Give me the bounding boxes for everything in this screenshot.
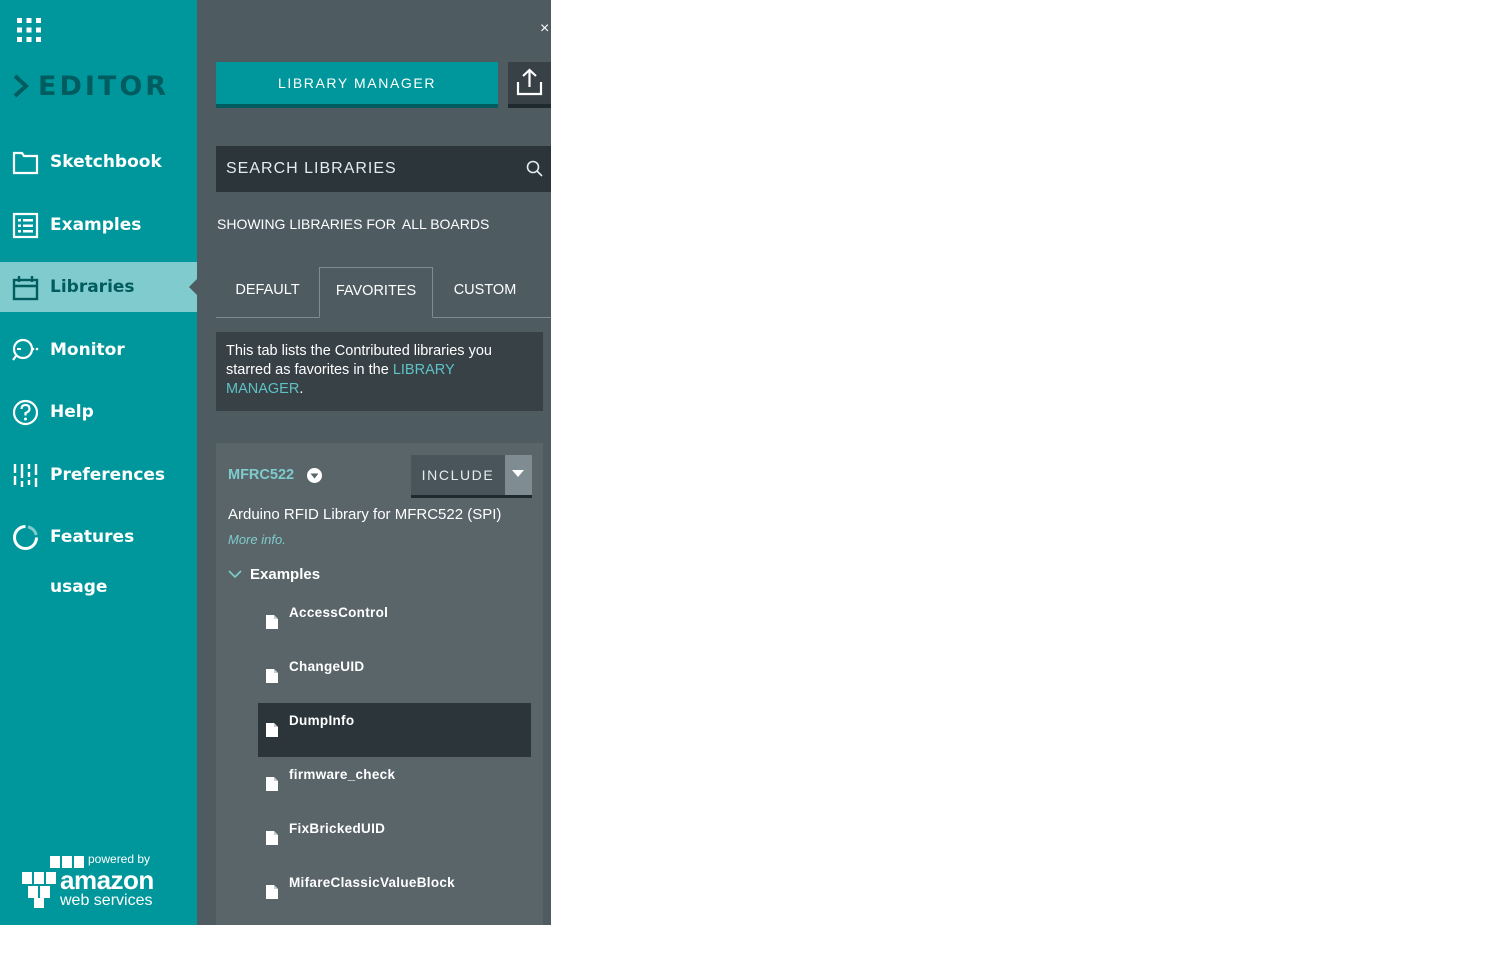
favorites-info-box: This tab lists the Contributed libraries… [216, 332, 543, 411]
file-icon [266, 723, 278, 737]
example-item-fixbrickeduid[interactable]: FixBrickedUID [258, 811, 531, 865]
chevron-down-icon[interactable] [307, 468, 322, 483]
file-icon [266, 669, 278, 683]
aws-web-services-text: web services [60, 892, 153, 909]
sidebar-item-preferences[interactable]: Preferences [0, 450, 197, 500]
include-dropdown-button[interactable] [505, 455, 532, 498]
logo-text: EDITOR [38, 70, 170, 102]
sidebar-item-label: Sketchbook [50, 152, 162, 172]
board-filter[interactable]: ALL BOARDS [402, 216, 489, 232]
examples-list: AccessControl ChangeUID DumpInfo firmwar… [258, 595, 531, 919]
example-item-dumpinfo[interactable]: DumpInfo [258, 703, 531, 757]
editor-logo: EDITOR [12, 68, 169, 104]
usage-icon [13, 525, 38, 550]
library-icon [12, 276, 39, 301]
example-item-accesscontrol[interactable]: AccessControl [258, 595, 531, 649]
sidebar-nav: Sketchbook Examples Libraries Monitor He… [0, 137, 197, 597]
sidebar: EDITOR Sketchbook Examples Libraries Mon… [0, 0, 197, 925]
panel-scrollbar[interactable] [543, 443, 551, 925]
search-icon[interactable] [526, 160, 543, 177]
library-card: MFRC522 INCLUDE Arduino RFID Library for… [216, 443, 543, 925]
aws-logo: powered by amazon web services [20, 850, 165, 912]
upload-library-button[interactable] [508, 62, 551, 108]
sidebar-item-label: Libraries [50, 277, 135, 297]
sidebar-item-monitor[interactable]: Monitor [0, 325, 197, 375]
sidebar-item-sketchbook[interactable]: Sketchbook [0, 137, 197, 187]
sliders-icon [13, 463, 38, 487]
close-icon[interactable]: × [540, 20, 549, 38]
sidebar-item-label: Examples [50, 214, 142, 235]
folder-icon [12, 151, 39, 175]
tab-favorites[interactable]: FAVORITES [319, 267, 433, 318]
library-tabs: DEFAULT FAVORITES CUSTOM [216, 267, 551, 318]
sidebar-item-features-usage[interactable]: Features usage [0, 512, 197, 597]
library-name[interactable]: MFRC522 [228, 467, 294, 483]
aws-powered-by: powered by [88, 852, 151, 866]
example-label: ChangeUID [289, 659, 365, 674]
sidebar-item-help[interactable]: Help [0, 387, 197, 437]
sidebar-item-label: Monitor [50, 339, 125, 360]
tab-default[interactable]: DEFAULT [216, 267, 319, 317]
chevron-down-icon [228, 570, 242, 579]
library-manager-button[interactable]: LIBRARY MANAGER [216, 62, 498, 108]
showing-prefix: SHOWING LIBRARIES FOR [217, 216, 396, 232]
sidebar-item-label: Preferences [50, 464, 166, 485]
list-icon [12, 212, 39, 238]
help-icon [12, 399, 39, 426]
chevron-right-icon [13, 74, 29, 98]
showing-libraries-for: SHOWING LIBRARIES FOR ALL BOARDS [217, 216, 489, 232]
library-description: Arduino RFID Library for MFRC522 (SPI) [228, 506, 502, 523]
upload-icon [516, 68, 543, 96]
include-button[interactable]: INCLUDE [411, 455, 505, 498]
file-icon [266, 777, 278, 791]
examples-label: Examples [250, 565, 321, 583]
example-item-firmware-check[interactable]: firmware_check [258, 757, 531, 811]
search-libraries-input[interactable]: SEARCH LIBRARIES [216, 146, 551, 192]
sidebar-item-label: Help [50, 402, 94, 422]
monitor-icon [12, 338, 39, 361]
search-placeholder: SEARCH LIBRARIES [226, 160, 397, 177]
tab-custom[interactable]: CUSTOM [435, 267, 535, 317]
sidebar-item-examples[interactable]: Examples [0, 200, 197, 250]
example-label: firmware_check [289, 767, 396, 782]
example-label: DumpInfo [289, 713, 355, 728]
info-end: . [299, 381, 304, 397]
file-icon [266, 615, 278, 629]
file-icon [266, 885, 278, 899]
example-item-mifareclassicvalueblock[interactable]: MifareClassicValueBlock [258, 865, 531, 919]
example-label: MifareClassicValueBlock [289, 875, 455, 890]
examples-toggle[interactable]: Examples [228, 563, 320, 585]
example-item-changeuid[interactable]: ChangeUID [258, 649, 531, 703]
apps-grid-icon[interactable] [17, 18, 41, 42]
sidebar-item-label: Features usage [50, 527, 135, 597]
sidebar-item-libraries[interactable]: Libraries [0, 262, 197, 312]
file-icon [266, 831, 278, 845]
example-label: AccessControl [289, 605, 389, 620]
example-label: FixBrickedUID [289, 821, 386, 836]
app-window: EDITOR Sketchbook Examples Libraries Mon… [0, 0, 551, 925]
more-info-link[interactable]: More info. [228, 532, 286, 547]
